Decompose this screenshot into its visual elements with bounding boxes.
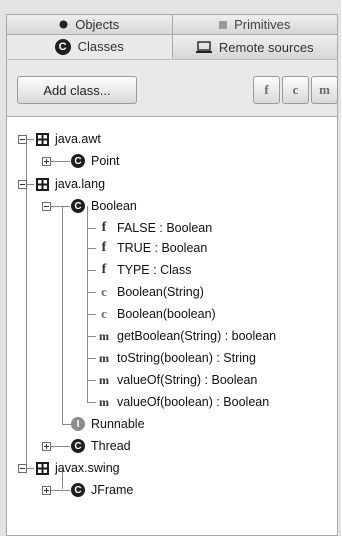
package-label: java.awt — [55, 132, 101, 146]
toolbar: Add class... f c m — [6, 59, 338, 117]
tab-objects[interactable]: Objects — [6, 14, 173, 34]
add-class-button[interactable]: Add class... — [17, 76, 137, 104]
tree-node-class[interactable]: C JFrame — [70, 480, 133, 500]
tree-guide-h — [50, 161, 70, 162]
package-grid-icon — [34, 131, 50, 147]
tab-objects-label: Objects — [75, 17, 120, 32]
tree-guide-boolean — [87, 206, 88, 402]
tab-classes[interactable]: C Classes — [6, 34, 173, 59]
tree-guide-h — [87, 292, 96, 293]
monitor-icon — [195, 40, 212, 54]
tree-node-constructor[interactable]: c Boolean(boolean) — [96, 304, 216, 324]
tree-node-method[interactable]: m valueOf(boolean) : Boolean — [96, 392, 269, 412]
interface-icon: I — [70, 416, 86, 432]
tab-remote-sources[interactable]: Remote sources — [172, 34, 338, 59]
tree-guide-h — [87, 228, 96, 229]
collapse-toggle[interactable] — [42, 202, 51, 211]
member-label: TRUE : Boolean — [117, 241, 208, 255]
collapse-toggle[interactable] — [18, 180, 27, 189]
collapse-toggle[interactable] — [18, 464, 27, 473]
tree-node-constructor[interactable]: c Boolean(String) — [96, 282, 204, 302]
member-label: Boolean(String) — [117, 285, 204, 299]
tree-guide-h — [87, 336, 96, 337]
class-tree: java.awt C Point java.lang C Boolean f F… — [6, 117, 338, 536]
member-label: toString(boolean) : String — [117, 351, 256, 365]
constructor-icon: c — [101, 306, 107, 321]
collapse-toggle[interactable] — [18, 135, 27, 144]
filter-methods-button[interactable]: m — [311, 76, 338, 104]
package-grid-icon — [34, 460, 50, 476]
method-icon: m — [99, 350, 109, 365]
bullet-icon — [59, 20, 68, 29]
method-icon: m — [99, 372, 109, 387]
tree-node-method[interactable]: m valueOf(String) : Boolean — [96, 370, 257, 390]
field-icon: f — [101, 262, 107, 277]
tab-remote-sources-label: Remote sources — [218, 39, 314, 55]
package-label: java.lang — [55, 177, 106, 191]
tree-node-package[interactable]: java.lang — [34, 174, 105, 194]
tree-guide-h — [26, 184, 34, 185]
tree-guide-h — [87, 270, 96, 271]
tab-classes-label: Classes — [77, 39, 124, 54]
tab-primitives-label: Primitives — [234, 17, 291, 32]
class-icon: C — [70, 438, 86, 454]
tree-guide-lang — [62, 206, 63, 424]
tree-node-field[interactable]: f FALSE : Boolean — [96, 218, 213, 238]
tree-node-class[interactable]: C Boolean — [70, 196, 137, 216]
class-label: JFrame — [91, 483, 134, 497]
tree-guide-h — [50, 490, 70, 491]
tree-node-method[interactable]: m getBoolean(String) : boolean — [96, 326, 276, 346]
tree-guide-h — [87, 380, 96, 381]
method-icon: m — [99, 328, 109, 343]
class-icon: C — [70, 482, 86, 498]
tab-primitives[interactable]: Primitives — [172, 14, 338, 34]
tree-guide-h — [87, 314, 96, 315]
method-icon: m — [99, 394, 109, 409]
class-icon: C — [70, 153, 86, 169]
class-label: Boolean — [91, 199, 137, 213]
field-icon: f — [101, 220, 107, 235]
filter-constructors-button[interactable]: c — [282, 76, 309, 104]
tree-node-field[interactable]: f TRUE : Boolean — [96, 238, 208, 258]
tree-node-class[interactable]: C Point — [70, 151, 120, 171]
expand-toggle[interactable] — [42, 486, 51, 495]
expand-toggle[interactable] — [42, 157, 51, 166]
tab-row-back: Objects Primitives — [6, 14, 338, 34]
tree-guide-root-2 — [26, 184, 27, 468]
member-label: getBoolean(String) : boolean — [117, 329, 277, 343]
class-label: Point — [91, 154, 120, 168]
tree-node-package[interactable]: java.awt — [34, 129, 101, 149]
tree-node-package[interactable]: javax.swing — [34, 458, 120, 478]
tree-guide-h — [50, 206, 70, 207]
constructor-icon: c — [101, 284, 107, 299]
member-label: Boolean(boolean) — [117, 307, 216, 321]
square-icon — [219, 20, 228, 29]
tree-guide-h — [50, 446, 70, 447]
tree-node-class[interactable]: C Thread — [70, 436, 131, 456]
tree-node-method[interactable]: m toString(boolean) : String — [96, 348, 256, 368]
tree-guide-h — [26, 139, 34, 140]
tree-node-interface[interactable]: I Runnable — [70, 414, 145, 434]
tree-guide-h — [87, 358, 96, 359]
class-icon: C — [54, 38, 71, 55]
package-grid-icon — [34, 176, 50, 192]
member-label: FALSE : Boolean — [117, 221, 213, 235]
tree-guide-h — [87, 248, 96, 249]
member-label: valueOf(String) : Boolean — [117, 373, 258, 387]
tree-guide-h — [26, 468, 34, 469]
filter-fields-button[interactable]: f — [253, 76, 280, 104]
class-label: Thread — [91, 439, 131, 453]
tree-guide-h — [87, 402, 96, 403]
class-label: Runnable — [91, 417, 145, 431]
class-icon: C — [70, 198, 86, 214]
tree-node-field[interactable]: f TYPE : Class — [96, 260, 192, 280]
package-label: javax.swing — [55, 461, 120, 475]
field-icon: f — [101, 240, 107, 255]
member-label: valueOf(boolean) : Boolean — [117, 395, 270, 409]
expand-toggle[interactable] — [42, 442, 51, 451]
class-browser-panel: Objects Primitives C Classes Remote sour… — [0, 0, 341, 536]
member-label: TYPE : Class — [117, 263, 192, 277]
tab-row-front: C Classes Remote sources — [6, 34, 338, 59]
